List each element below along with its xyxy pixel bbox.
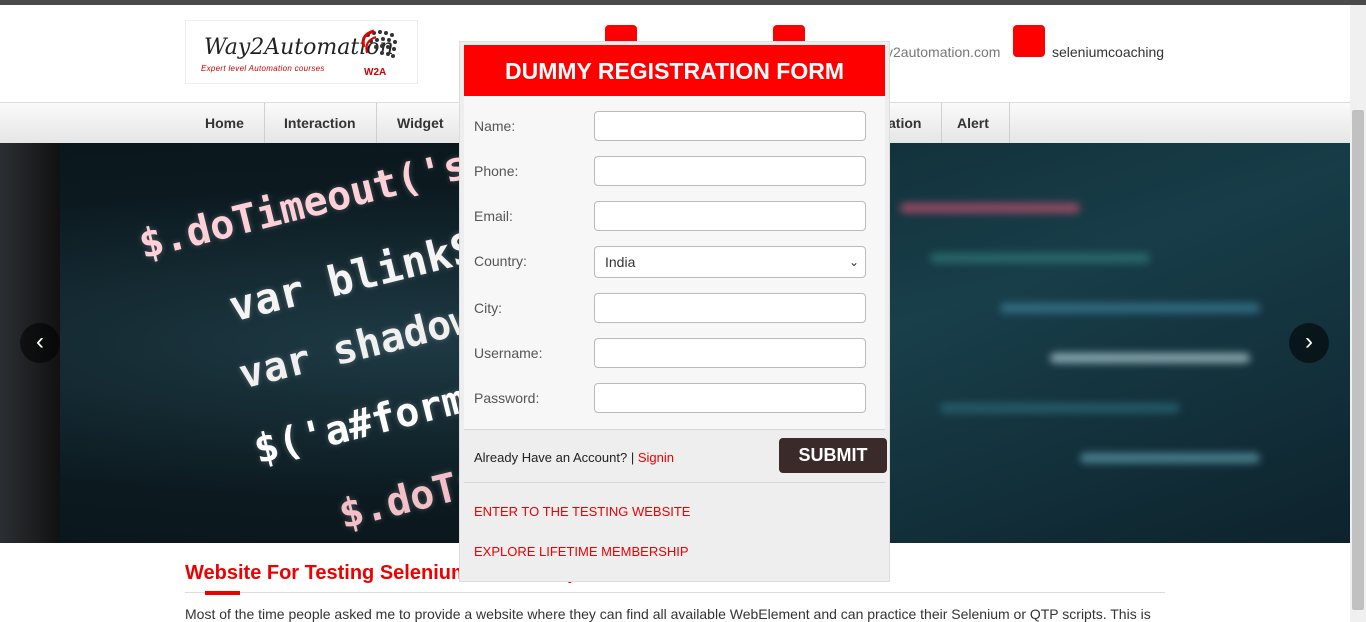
- intro-paragraph: Most of the time people asked me to prov…: [185, 606, 1151, 622]
- submit-button[interactable]: SUBMIT: [779, 438, 887, 473]
- blur-bar: [930, 253, 1150, 263]
- blur-bar: [1080, 453, 1260, 463]
- password-input[interactable]: [594, 383, 866, 413]
- username-label: Username:: [474, 345, 543, 361]
- name-input[interactable]: [594, 111, 866, 141]
- nav-home[interactable]: Home: [185, 103, 265, 144]
- enter-testing-website-link[interactable]: ENTER TO THE TESTING WEBSITE: [474, 504, 690, 519]
- section-title-text: Website For Testing Selenium: [185, 562, 469, 584]
- chevron-left-icon: ‹: [36, 328, 44, 355]
- contact-email[interactable]: y2automation.com: [886, 44, 1000, 60]
- phone-input[interactable]: [594, 156, 866, 186]
- blur-bar: [1050, 353, 1250, 363]
- title-accent: [205, 591, 240, 595]
- signin-prompt: Already Have an Account? | Signin: [474, 450, 674, 465]
- signin-link[interactable]: Signin: [638, 450, 674, 465]
- contact-skype[interactable]: seleniumcoaching: [1052, 44, 1164, 60]
- username-input[interactable]: [594, 338, 866, 368]
- logo-globe-icon: [361, 29, 397, 58]
- nav-interaction[interactable]: Interaction: [264, 103, 377, 144]
- city-input[interactable]: [594, 293, 866, 323]
- section-title: Website For Testing Seleniump: [185, 562, 579, 585]
- country-select-value: India: [605, 254, 636, 270]
- name-label: Name:: [474, 118, 516, 134]
- modal-title: DUMMY REGISTRATION FORM: [464, 45, 885, 96]
- nav-widget[interactable]: Widget: [377, 103, 465, 144]
- phone-label: Phone:: [474, 163, 519, 179]
- title-divider: [185, 592, 1165, 593]
- divider: [464, 429, 885, 430]
- email-label: Email:: [474, 208, 513, 224]
- already-text: Already Have an Account? |: [474, 450, 635, 465]
- page-scrollbar-thumb[interactable]: [1352, 110, 1364, 610]
- logo-tagline: Expert level Automation courses: [201, 64, 325, 73]
- blur-bar: [1000, 303, 1260, 313]
- chevron-right-icon: ›: [1305, 328, 1313, 355]
- site-logo[interactable]: Way2Automation Expert level Automation c…: [185, 20, 418, 84]
- lifetime-membership-link[interactable]: EXPLORE LIFETIME MEMBERSHIP: [474, 544, 689, 559]
- country-select[interactable]: India ⌄: [594, 246, 866, 278]
- email-input[interactable]: [594, 201, 866, 231]
- blur-bar: [900, 203, 1080, 213]
- logo-w2a-text: W2A: [364, 67, 387, 78]
- country-label: Country:: [474, 253, 527, 269]
- password-label: Password:: [474, 390, 540, 406]
- slider-next-button[interactable]: ›: [1289, 323, 1329, 363]
- nav-alert[interactable]: Alert: [937, 103, 1010, 144]
- blur-bar: [940, 403, 1180, 413]
- slider-prev-button[interactable]: ‹: [20, 323, 60, 363]
- divider: [464, 482, 885, 483]
- skype-icon[interactable]: [1013, 25, 1045, 57]
- chevron-down-icon: ⌄: [848, 255, 859, 269]
- city-label: City:: [474, 300, 502, 316]
